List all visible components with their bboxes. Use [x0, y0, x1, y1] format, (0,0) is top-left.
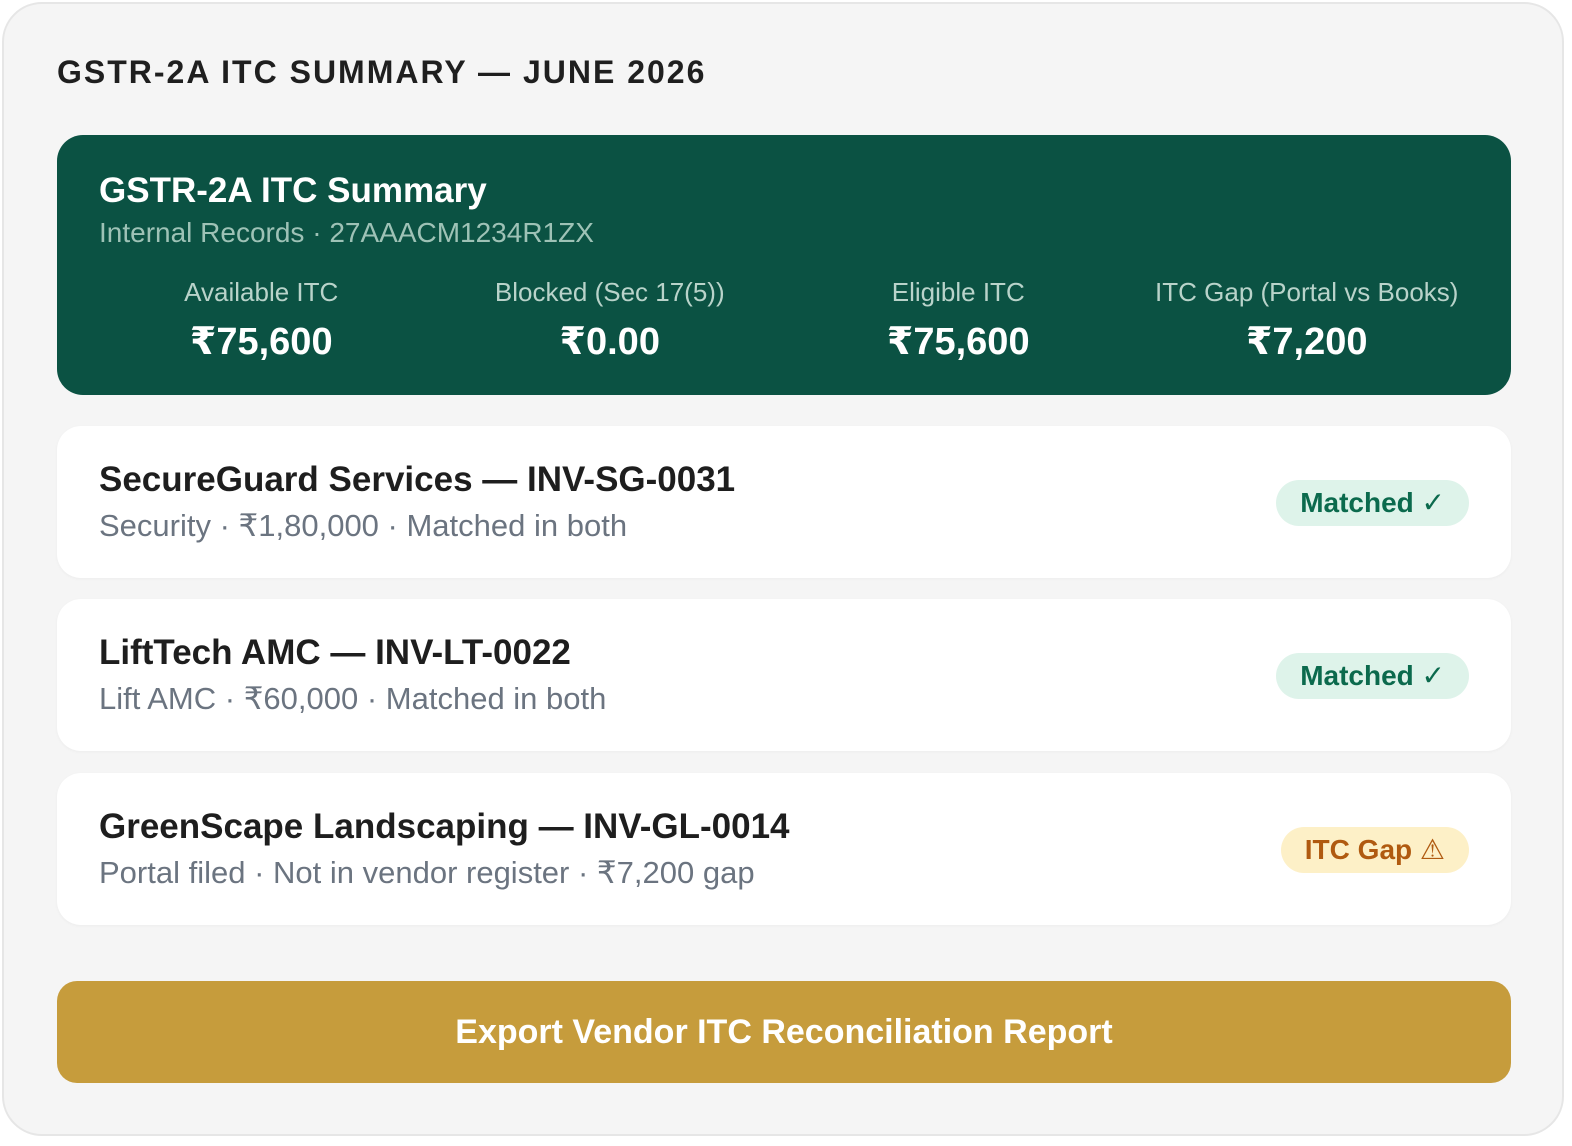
export-report-button[interactable]: Export Vendor ITC Reconciliation Report — [57, 981, 1511, 1083]
metric-value: ₹75,600 — [189, 321, 333, 363]
invoice-detail: Security · ₹1,80,000 · Matched in both — [99, 508, 628, 543]
metric-value: ₹75,600 — [886, 321, 1030, 363]
summary-title: GSTR-2A ITC Summary — [99, 171, 487, 210]
status-badge: Matched ✓ — [1276, 653, 1469, 699]
itc-summary-card: GSTR-2A ITC Summary Internal Records · 2… — [57, 135, 1511, 395]
invoice-detail: Portal filed · Not in vendor register · … — [99, 855, 755, 890]
invoice-title: LiftTech AMC — INV-LT-0022 — [99, 633, 571, 672]
summary-subtitle: Internal Records · 27AAACM1234R1ZX — [99, 217, 594, 248]
status-badge: Matched ✓ — [1276, 480, 1469, 526]
status-badge: ITC Gap ⚠ — [1280, 827, 1469, 873]
metric-itc-gap: ITC Gap (Portal vs Books) ₹7,200 — [1133, 275, 1482, 365]
metric-label: Eligible ITC — [891, 277, 1025, 307]
page-title: GSTR-2A ITC SUMMARY — JUNE 2026 — [57, 54, 707, 90]
metric-label: ITC Gap (Portal vs Books) — [1155, 277, 1459, 307]
metric-blocked-itc: Blocked (Sec 17(5)) ₹0.00 — [436, 275, 785, 365]
invoice-card-greenscape[interactable]: GreenScape Landscaping — INV-GL-0014 Por… — [57, 773, 1511, 925]
invoice-card-lifttech[interactable]: LiftTech AMC — INV-LT-0022 Lift AMC · ₹6… — [57, 599, 1511, 751]
metric-available-itc: Available ITC ₹75,600 — [87, 275, 436, 365]
metric-label: Blocked (Sec 17(5)) — [494, 277, 725, 307]
invoice-title: SecureGuard Services — INV-SG-0031 — [99, 460, 736, 499]
invoice-detail: Lift AMC · ₹60,000 · Matched in both — [99, 681, 607, 716]
invoice-card-secureguard[interactable]: SecureGuard Services — INV-SG-0031 Secur… — [57, 426, 1511, 578]
metric-value: ₹0.00 — [559, 321, 660, 363]
metric-eligible-itc: Eligible ITC ₹75,600 — [784, 275, 1133, 365]
summary-metrics: Available ITC ₹75,600 Blocked (Sec 17(5)… — [87, 275, 1481, 365]
metric-label: Available ITC — [184, 277, 339, 307]
metric-value: ₹7,200 — [1245, 321, 1368, 363]
invoice-title: GreenScape Landscaping — INV-GL-0014 — [99, 807, 790, 846]
